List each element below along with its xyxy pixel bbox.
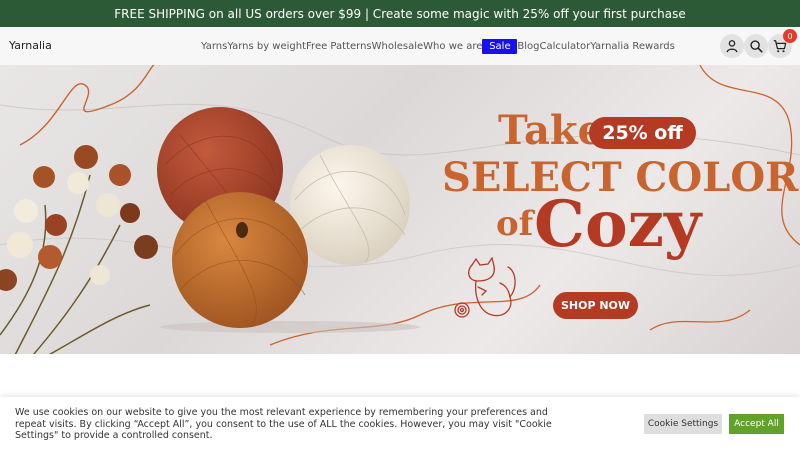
hero-headline-cozy: Cozy (534, 187, 702, 262)
site-header: Yarnalia Yarns Yarns by weight Free Patt… (0, 27, 800, 65)
nav-item-who-we-are[interactable]: Who we are (423, 41, 482, 52)
promo-banner: FREE SHIPPING on all US orders over $99 … (0, 0, 800, 27)
nav-item-wholesale[interactable]: Wholesale (372, 41, 424, 52)
search-button[interactable] (744, 34, 768, 58)
hero-headline-take: Take (498, 107, 604, 154)
yarn-balls-image (157, 107, 420, 333)
site-logo[interactable]: Yarnalia (9, 27, 52, 65)
nav-item-calculator[interactable]: Calculator (540, 41, 591, 52)
promo-banner-text: FREE SHIPPING on all US orders over $99 … (114, 6, 686, 21)
nav-item-yarns-by-weight[interactable]: Yarns by weight (227, 41, 306, 52)
account-button[interactable] (720, 34, 744, 58)
hero-discount-pill: 25% off (589, 117, 696, 149)
cookie-consent-banner: We use cookies on our website to give yo… (0, 397, 800, 450)
nav-item-yarnalia-rewards[interactable]: Yarnalia Rewards (590, 41, 675, 52)
hero-headline-of: of (496, 204, 534, 244)
cat-illustration (454, 257, 516, 318)
accept-all-button[interactable]: Accept All (729, 414, 784, 434)
main-nav: Yarns Yarns by weight Free Patterns Whol… (201, 27, 675, 65)
search-icon (750, 40, 763, 53)
cookie-consent-text: We use cookies on our website to give yo… (15, 407, 552, 441)
nav-item-yarns[interactable]: Yarns (201, 41, 227, 52)
user-icon (726, 40, 738, 53)
cart-count-badge: 0 (783, 29, 797, 43)
nav-item-sale[interactable]: Sale (482, 38, 518, 54)
nav-item-free-patterns[interactable]: Free Patterns (306, 41, 372, 52)
cookie-settings-button[interactable]: Cookie Settings (644, 414, 722, 434)
nav-item-blog[interactable]: Blog (517, 41, 539, 52)
cart-button[interactable]: 0 (768, 29, 797, 58)
shop-now-button[interactable]: SHOP NOW (553, 292, 638, 319)
hero-banner[interactable]: Take 25% off SELECT COLORS of Cozy SHOP … (0, 65, 800, 354)
